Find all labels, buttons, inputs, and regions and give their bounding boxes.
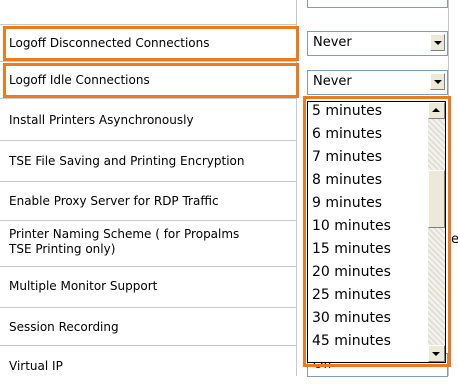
table-row: Session Recording xyxy=(0,308,296,346)
dropdown-option[interactable]: 25 minutes xyxy=(312,287,391,303)
setting-label: Enable Proxy Server for RDP Traffic xyxy=(9,194,219,208)
select-value: Never xyxy=(313,35,352,50)
scrollbar-thumb[interactable] xyxy=(428,170,445,228)
dropdown-option[interactable]: 8 minutes xyxy=(312,172,382,188)
setting-label: TSE File Saving and Printing Encryption xyxy=(9,154,245,168)
dropdown-option[interactable]: 7 minutes xyxy=(312,149,382,165)
partial-cell-text: e xyxy=(451,232,458,247)
table-row: Printer Naming Scheme ( for Propalms TSE… xyxy=(0,221,296,267)
chevron-down-icon xyxy=(432,352,440,356)
setting-label: Logoff Idle Connections xyxy=(9,73,150,87)
setting-label: Session Recording xyxy=(9,320,119,334)
table-row: Multiple Monitor Support xyxy=(0,267,296,308)
dropdown-arrow-button[interactable] xyxy=(430,34,445,51)
dropdown-option[interactable]: 15 minutes xyxy=(312,241,391,257)
dropdown-option[interactable]: 45 minutes xyxy=(312,333,391,349)
chevron-down-icon xyxy=(434,41,442,45)
dropdown-option[interactable]: 10 minutes xyxy=(312,218,391,234)
dropdown-option[interactable]: 6 minutes xyxy=(312,126,382,142)
dropdown-arrow-button[interactable] xyxy=(430,73,445,90)
dropdown-option[interactable]: 20 minutes xyxy=(312,264,391,280)
table-row xyxy=(0,0,296,25)
setting-label: Multiple Monitor Support xyxy=(9,279,158,293)
dropdown-option[interactable]: 9 minutes xyxy=(312,195,382,211)
table-row: Virtual IP xyxy=(0,346,296,386)
table-row: Enable Proxy Server for RDP Traffic xyxy=(0,182,296,221)
logoff-idle-select[interactable]: Never xyxy=(307,70,448,95)
chevron-down-icon xyxy=(434,80,442,84)
grid-divider-right xyxy=(448,0,449,376)
table-row: TSE File Saving and Printing Encryption xyxy=(0,141,296,182)
chevron-up-icon xyxy=(432,108,440,112)
settings-table: Logoff Disconnected Connections Logoff I… xyxy=(0,0,303,376)
scroll-up-button[interactable] xyxy=(428,102,445,119)
dropdown-option[interactable]: 5 minutes xyxy=(312,103,382,119)
table-row: Install Printers Asynchronously xyxy=(0,99,296,141)
scroll-down-button[interactable] xyxy=(428,345,445,362)
setting-label: Install Printers Asynchronously xyxy=(9,113,194,127)
timeout-dropdown-list[interactable]: 5 minutes 6 minutes 7 minutes 8 minutes … xyxy=(307,101,446,363)
table-row: Logoff Disconnected Connections xyxy=(0,25,296,62)
dropdown-scrollbar[interactable] xyxy=(428,102,445,362)
setting-label: Printer Naming Scheme ( for Propalms xyxy=(9,227,240,241)
setting-label: Logoff Disconnected Connections xyxy=(9,36,210,50)
dropdown-option[interactable]: 30 minutes xyxy=(312,310,391,326)
select-value: Never xyxy=(313,74,352,89)
partial-top-select[interactable] xyxy=(307,0,448,8)
table-row: Logoff Idle Connections xyxy=(0,62,296,99)
setting-label-line2: TSE Printing only) xyxy=(9,242,116,256)
setting-label: Virtual IP xyxy=(9,359,63,373)
logoff-disconnected-select[interactable]: Never xyxy=(307,31,448,56)
